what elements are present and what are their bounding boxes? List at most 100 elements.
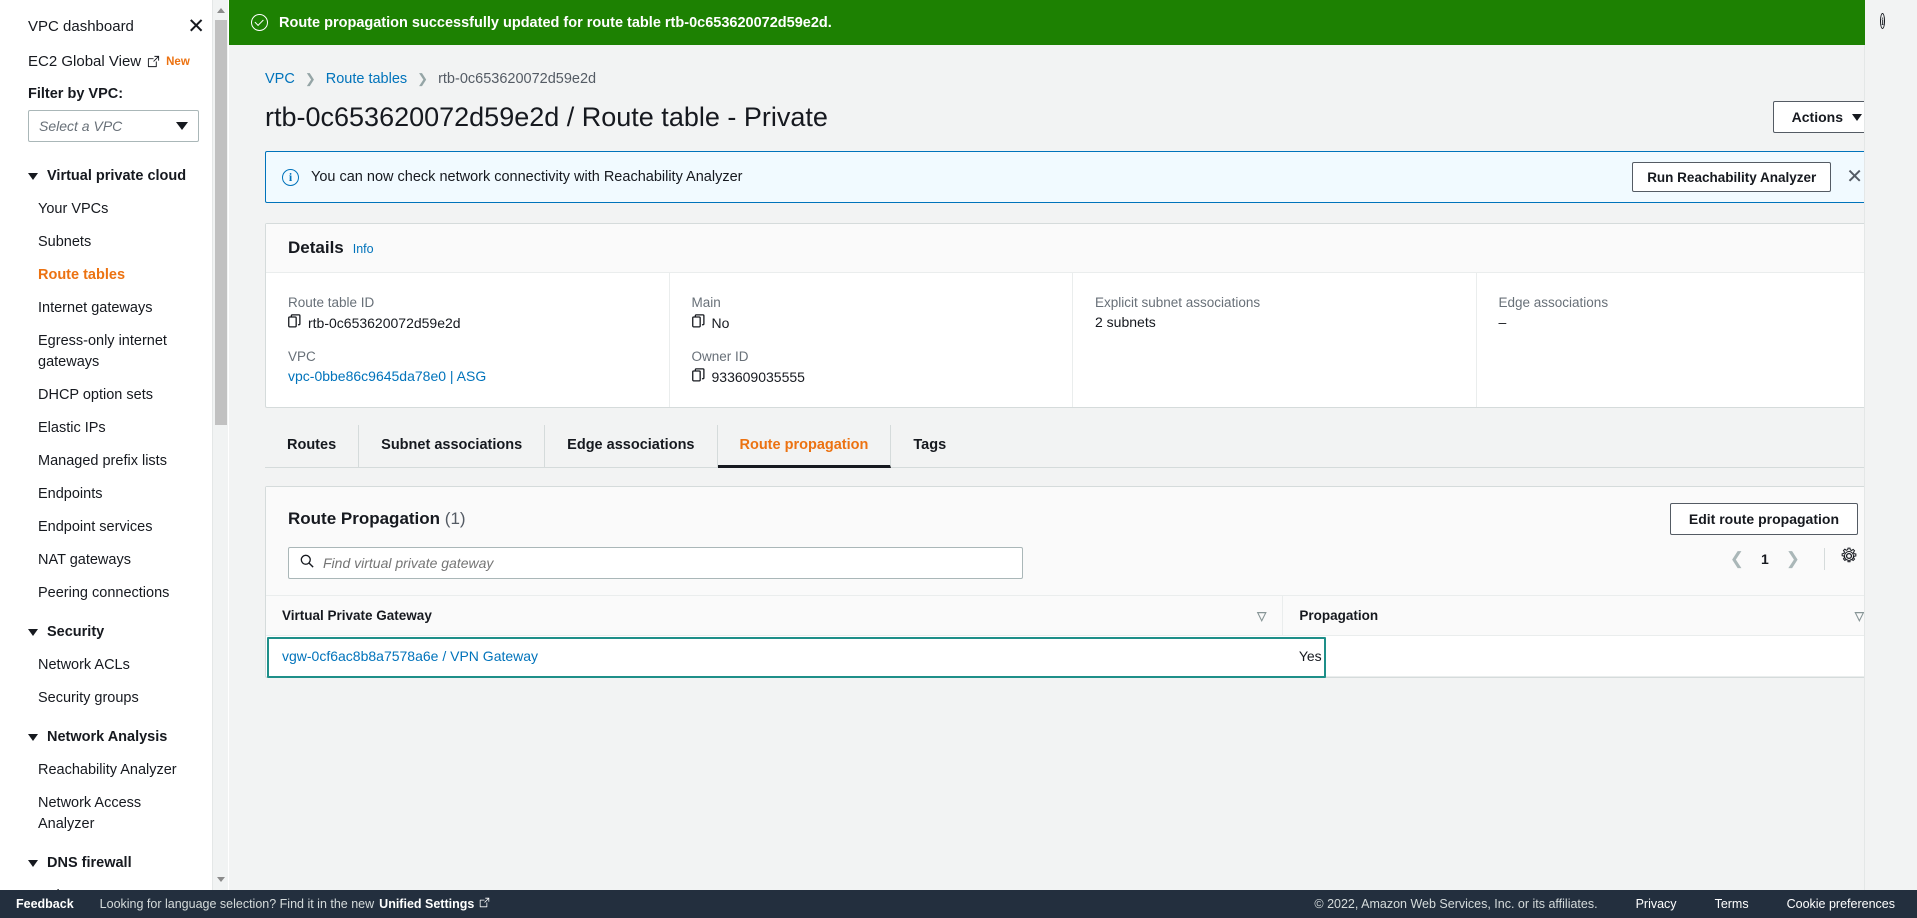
sidebar-group-dns-firewall[interactable]: DNS firewall [0, 855, 227, 871]
feedback-link[interactable]: Feedback [16, 897, 74, 911]
flash-success-banner: Route propagation successfully updated f… [229, 0, 1917, 45]
search-input[interactable] [323, 555, 1011, 571]
page-number[interactable]: 1 [1757, 551, 1773, 567]
sidebar-group-network-analysis[interactable]: Network Analysis [0, 729, 227, 745]
tab-tags[interactable]: Tags [891, 425, 968, 468]
chevron-left-icon[interactable]: ❮ [1721, 549, 1753, 569]
sidebar-item-peering-connections[interactable]: Peering connections [0, 577, 227, 610]
breadcrumb-item-vpc[interactable]: VPC [265, 71, 295, 87]
sidebar-item-network-acls[interactable]: Network ACLs [0, 649, 227, 682]
sidebar-item-subnets[interactable]: Subnets [0, 226, 227, 259]
table-head: Virtual Private Gateway ▽ Propagation ▽ [266, 596, 1880, 636]
copy-icon[interactable] [691, 314, 705, 331]
breadcrumb-item-route-tables[interactable]: Route tables [326, 71, 407, 87]
footer-left: Feedback Looking for language selection?… [0, 897, 490, 911]
terms-link[interactable]: Terms [1715, 897, 1749, 911]
sidebar-item-route-tables[interactable]: Route tables [0, 259, 227, 292]
rail-info-button[interactable]: i [1880, 12, 1886, 30]
footer: Feedback Looking for language selection?… [0, 890, 1917, 918]
chevron-down-icon [28, 859, 38, 867]
sidebar-item-nat-gateways[interactable]: NAT gateways [0, 544, 227, 577]
chevron-right-icon[interactable]: ❯ [1777, 549, 1809, 569]
pagination-divider [1824, 547, 1825, 570]
sort-icon[interactable]: ▽ [1257, 609, 1266, 623]
sidebar-item-endpoints[interactable]: Endpoints [0, 478, 227, 511]
sidebar-new-badge: New [166, 55, 190, 68]
sidebar-scrollbar[interactable] [212, 0, 228, 890]
table-column-header[interactable]: Propagation ▽ [1282, 596, 1880, 636]
alert-text: You can now check network connectivity w… [311, 169, 743, 185]
chevron-down-icon [28, 733, 38, 741]
sidebar-global-view-label[interactable]: EC2 Global View [28, 53, 141, 70]
sidebar-item-endpoint-services[interactable]: Endpoint services [0, 511, 227, 544]
flash-message-group: Route propagation successfully updated f… [251, 14, 1873, 31]
detail-value: 933609035555 [711, 368, 805, 385]
tab-routes[interactable]: Routes [265, 425, 360, 468]
sidebar-close-icon[interactable]: ✕ [187, 16, 205, 37]
actions-button-label: Actions [1791, 109, 1843, 125]
sidebar-group-security[interactable]: Security [0, 624, 227, 640]
run-reachability-analyzer-button[interactable]: Run Reachability Analyzer [1632, 162, 1832, 192]
detail-label: VPC [288, 349, 316, 364]
check-circle-icon [251, 14, 268, 31]
sidebar-scrollbar-thumb[interactable] [215, 20, 227, 425]
unified-settings-link[interactable]: Unified Settings [379, 897, 474, 911]
sort-icon[interactable]: ▽ [1855, 609, 1864, 623]
sidebar-dashboard-title[interactable]: VPC dashboard [28, 18, 134, 35]
copy-icon[interactable] [691, 368, 705, 385]
scroll-down-arrow-icon[interactable] [217, 877, 225, 882]
detail-label: Route table ID [288, 295, 375, 310]
pagination: ❮ 1 ❯ [1721, 547, 1858, 570]
vpc-filter-select[interactable]: Select a VPC [28, 110, 199, 142]
sidebar-item-internet-gateways[interactable]: Internet gateways [0, 292, 227, 325]
table-row[interactable]: vgw-0cf6ac8b8a7578a6e / VPN Gateway Yes [266, 635, 1880, 677]
sidebar-item-dhcp-option-sets[interactable]: DHCP option sets [0, 379, 227, 412]
route-propagation-count: (1) [444, 509, 466, 528]
tab-bar: Routes Subnet associations Edge associatio… [265, 424, 1881, 468]
footer-copyright: © 2022, Amazon Web Services, Inc. or its… [1314, 897, 1598, 911]
details-grid: Route table ID rtb-0c653620072d59e2d VPC vp… [266, 273, 1880, 407]
sidebar-global-view-row[interactable]: EC2 Global View New [0, 53, 227, 70]
detail-label: Owner ID [691, 349, 749, 364]
gateway-link[interactable]: vgw-0cf6ac8b8a7578a6e / VPN Gateway [282, 648, 538, 664]
gear-icon[interactable] [1840, 547, 1858, 570]
sidebar-item-your-vpcs[interactable]: Your VPCs [0, 193, 227, 226]
tab-subnet-associations[interactable]: Subnet associations [359, 425, 546, 468]
sidebar-item-egress-only-internet-gateways[interactable]: Egress-only internet gateways [0, 325, 227, 379]
search-box[interactable] [288, 547, 1023, 579]
sidebar-item-reachability-analyzer[interactable]: Reachability Analyzer [0, 754, 227, 787]
sidebar-item-network-access-analyzer[interactable]: Network Access Analyzer [0, 787, 227, 841]
sidebar-item-rule-groups[interactable]: Rule groups [0, 880, 227, 890]
details-column: Explicit subnet associations 2 subnets [1073, 273, 1477, 407]
sidebar-item-security-groups[interactable]: Security groups [0, 682, 227, 715]
tab-edge-associations[interactable]: Edge associations [545, 425, 718, 468]
vpc-filter-value: Select a VPC [39, 118, 123, 134]
chevron-down-icon [176, 122, 188, 130]
edit-route-propagation-button[interactable]: Edit route propagation [1669, 503, 1858, 535]
alert-close-icon[interactable]: ✕ [1843, 167, 1866, 187]
breadcrumb-item-current: rtb-0c653620072d59e2d [438, 71, 597, 87]
detail-value[interactable]: 2 subnets [1095, 314, 1156, 330]
details-card-header: Details Info [266, 224, 1880, 273]
privacy-link[interactable]: Privacy [1636, 897, 1677, 911]
page-root: VPC dashboard ✕ EC2 Global View New Filt… [0, 0, 1917, 918]
sidebar-item-managed-prefix-lists[interactable]: Managed prefix lists [0, 445, 227, 478]
detail-value: No [711, 314, 730, 331]
detail-value[interactable]: vpc-0bbe86c9645da78e0 | ASG [288, 368, 486, 384]
content-area: VPC ❯ Route tables ❯ rtb-0c653620072d59e… [229, 45, 1917, 678]
sidebar-group-virtual-private-cloud[interactable]: Virtual private cloud [0, 168, 227, 184]
page-header: rtb-0c653620072d59e2d / Route table - Pr… [265, 101, 1881, 133]
scroll-up-arrow-icon[interactable] [217, 8, 225, 13]
search-icon [300, 554, 314, 573]
tab-route-propagation[interactable]: Route propagation [717, 425, 892, 468]
sidebar-filter-label: Filter by VPC: [28, 86, 124, 102]
info-circle-icon: i [282, 168, 299, 186]
table-cell-propagation: Yes [1282, 635, 1880, 677]
sidebar-item-elastic-ips[interactable]: Elastic IPs [0, 412, 227, 445]
cookie-preferences-link[interactable]: Cookie preferences [1787, 897, 1895, 911]
breadcrumb: VPC ❯ Route tables ❯ rtb-0c653620072d59e… [265, 45, 1881, 101]
details-info-link[interactable]: Info [353, 242, 374, 256]
detail-value: – [1498, 314, 1507, 330]
table-column-header[interactable]: Virtual Private Gateway ▽ [266, 596, 1284, 636]
copy-icon[interactable] [288, 314, 301, 331]
